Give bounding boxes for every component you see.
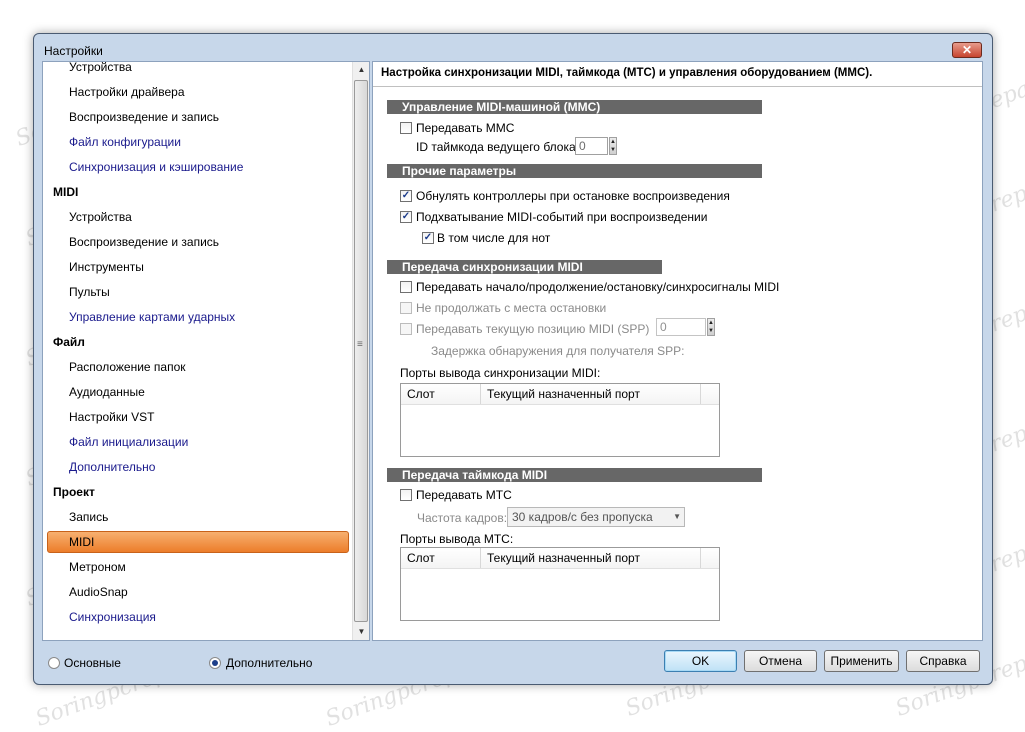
zero-controllers-checkbox[interactable]: ✓ (400, 190, 412, 202)
include-notes-checkbox[interactable]: ✓ (422, 232, 434, 244)
settings-tree: Устройства Настройки драйвера Воспроизведе… (42, 61, 370, 641)
table-header: Слот Текущий назначенный порт (401, 548, 719, 569)
tree-item[interactable]: Настройки драйвера (69, 80, 185, 105)
sync-ports-table[interactable]: Слот Текущий назначенный порт (400, 383, 720, 457)
tree-category[interactable]: Файл (53, 330, 85, 355)
col-slot[interactable]: Слот (401, 548, 481, 568)
tree-category[interactable]: Проект (53, 480, 95, 505)
scroll-thumb[interactable]: ≡ (354, 80, 368, 622)
tree-item[interactable]: Инструменты (69, 255, 144, 280)
section-midi-sync: Передача синхронизации MIDI (387, 260, 662, 274)
col-port[interactable]: Текущий назначенный порт (481, 548, 701, 568)
send-start-stop-checkbox[interactable] (400, 281, 412, 293)
sync-ports-label: Порты вывода синхронизации MIDI: (400, 366, 601, 380)
radio-basic[interactable] (48, 657, 60, 669)
section-mtc: Передача таймкода MIDI (387, 468, 762, 482)
help-button[interactable]: Справка (906, 650, 980, 672)
radio-dot-icon (212, 660, 218, 666)
tree-item[interactable]: Настройки VST (69, 405, 155, 430)
mtc-ports-label: Порты вывода MTC: (400, 532, 514, 546)
radio-advanced[interactable] (209, 657, 221, 669)
send-mmc-label: Передавать MMC (416, 121, 515, 135)
tree-item[interactable]: Файл конфигурации (69, 130, 181, 155)
tree-item[interactable]: AudioSnap (69, 580, 128, 605)
device-id-input[interactable]: 0 (575, 137, 608, 155)
no-continue-checkbox[interactable] (400, 302, 412, 314)
send-mtc-checkbox[interactable] (400, 489, 412, 501)
tree-item[interactable]: Устройства (69, 62, 132, 80)
tree-item[interactable]: Управление картами ударных (69, 305, 235, 330)
frame-rate-label: Частота кадров: (417, 511, 508, 525)
scroll-down-icon[interactable]: ▼ (353, 624, 369, 640)
tree-item[interactable]: Пульты (69, 280, 110, 305)
tree-item[interactable]: Файл инициализации (69, 430, 188, 455)
device-id-label: ID таймкода ведущего блока: (416, 140, 579, 154)
include-notes-label: В том числе для нот (437, 231, 551, 245)
tree-category[interactable]: MIDI (53, 180, 78, 205)
device-id-spinner[interactable]: ▲ ▼ (609, 137, 617, 155)
tree-item[interactable]: Дополнительно (69, 455, 155, 480)
mtc-ports-table[interactable]: Слот Текущий назначенный порт (400, 547, 720, 621)
section-mmc: Управление MIDI-машиной (MMC) (387, 100, 762, 114)
tree-item[interactable]: Запись (69, 505, 108, 530)
send-spp-label: Передавать текущую позицию MIDI (SPP) (416, 322, 650, 336)
section-other: Прочие параметры (387, 164, 762, 178)
col-port[interactable]: Текущий назначенный порт (481, 384, 701, 404)
tree-item[interactable]: Синхронизация и кэширование (69, 155, 243, 180)
tree-item[interactable]: Синхронизация (69, 605, 156, 630)
panel-header: Настройка синхронизации MIDI, таймкода (… (373, 62, 982, 87)
tree-item[interactable]: Воспроизведение и запись (69, 105, 219, 130)
tree-item[interactable]: Воспроизведение и запись (69, 230, 219, 255)
send-start-stop-label: Передавать начало/продолжение/остановку/… (416, 280, 780, 294)
cancel-button[interactable]: Отмена (744, 650, 817, 672)
tree-item[interactable]: Аудиоданные (69, 380, 145, 405)
settings-panel: Настройка синхронизации MIDI, таймкода (… (372, 61, 983, 641)
close-button[interactable]: ✕ (952, 42, 982, 58)
no-continue-label: Не продолжать с места остановки (416, 301, 607, 315)
send-mmc-checkbox[interactable] (400, 122, 412, 134)
frame-rate-select[interactable]: 30 кадров/с без пропуска ▼ (507, 507, 685, 527)
spp-spinner[interactable]: ▲ ▼ (707, 318, 715, 336)
grip-icon: ≡ (357, 339, 363, 350)
tree-item[interactable]: MIDI (69, 530, 94, 555)
chase-events-label: Подхватывание MIDI-событий при воспроизв… (416, 210, 708, 224)
panel-header-text: Настройка синхронизации MIDI, таймкода (… (381, 67, 873, 79)
radio-advanced-label: Дополнительно (226, 656, 313, 670)
tree-scrollbar[interactable]: ▲ ≡ ▼ (352, 62, 369, 640)
send-mtc-label: Передавать MTC (416, 488, 512, 502)
ok-button[interactable]: OK (664, 650, 737, 672)
spp-delay-label: Задержка обнаружения для получателя SPP: (431, 344, 685, 358)
apply-button[interactable]: Применить (824, 650, 899, 672)
chase-events-checkbox[interactable]: ✓ (400, 211, 412, 223)
tree-item[interactable]: Расположение папок (69, 355, 186, 380)
tree-item[interactable]: Устройства (69, 205, 132, 230)
tree-item[interactable]: Метроном (69, 555, 126, 580)
col-slot[interactable]: Слот (401, 384, 481, 404)
radio-basic-label: Основные (64, 656, 121, 670)
scroll-up-icon[interactable]: ▲ (353, 62, 369, 78)
spp-input[interactable]: 0 (656, 318, 706, 336)
settings-dialog: Настройки ✕ Устройства Настройки драйвера… (33, 33, 993, 685)
send-spp-checkbox[interactable] (400, 323, 412, 335)
window-title: Настройки (44, 44, 103, 58)
chevron-down-icon: ▼ (673, 512, 681, 521)
table-header: Слот Текущий назначенный порт (401, 384, 719, 405)
zero-controllers-label: Обнулять контроллеры при остановке воспр… (416, 189, 730, 203)
frame-rate-value: 30 кадров/с без пропуска (512, 510, 653, 524)
